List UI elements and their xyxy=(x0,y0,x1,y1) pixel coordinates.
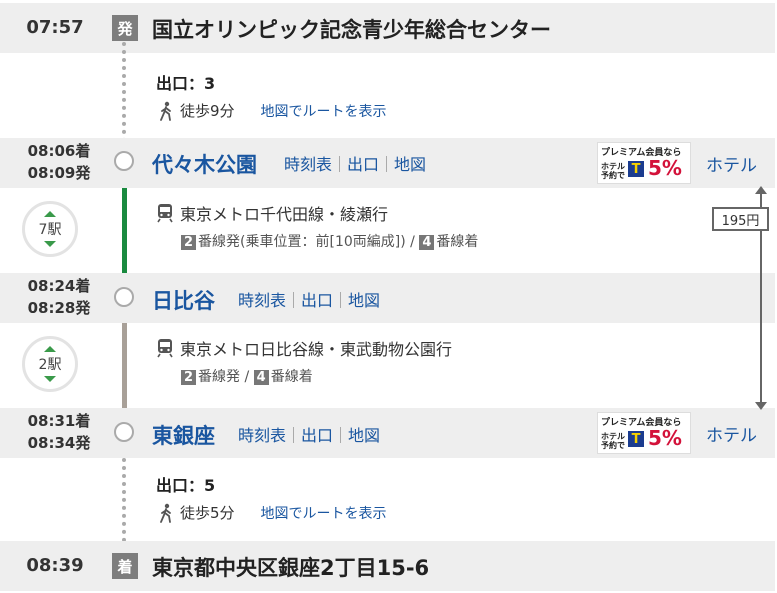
walking-person-icon xyxy=(160,101,171,121)
promo-percent: 5% xyxy=(648,426,682,450)
exit-label: 出口：3 xyxy=(156,74,216,93)
walk-row: 徒歩9分 地図でルートを表示 xyxy=(158,100,387,121)
platform-info: 2 番線発(乗車位置：前[10両編成]) / 4 番線着 xyxy=(181,231,478,251)
platform-info: 2 番線発 / 4 番線着 xyxy=(181,366,313,386)
departure-time: 08:09発 xyxy=(27,164,91,182)
timetable-link[interactable]: 時刻表 xyxy=(238,426,286,445)
premium-promo-banner[interactable]: プレミアム会員なら ホテル予約で T 5% xyxy=(597,412,691,454)
train-icon xyxy=(157,204,173,223)
station-links: 時刻表 出口 地図 xyxy=(238,422,380,446)
departure-badge: 発 xyxy=(112,15,138,41)
timetable-link[interactable]: 時刻表 xyxy=(238,291,286,310)
departure-track: 2 xyxy=(181,235,197,250)
arrival-time: 08:24着 xyxy=(27,277,91,295)
fare-label: 195円 xyxy=(712,207,769,231)
promo-percent: 5% xyxy=(648,156,682,180)
timetable-link[interactable]: 時刻表 xyxy=(284,155,332,174)
promo-hotel-booking: ホテル予約で xyxy=(601,162,625,180)
station-node xyxy=(114,422,134,442)
station-name-hibiya[interactable]: 日比谷 xyxy=(152,285,215,315)
exit-label: 出口：5 xyxy=(156,476,216,495)
walk-line-2 xyxy=(122,442,130,550)
stop-count-badge[interactable]: 7駅 xyxy=(22,201,78,257)
map-link[interactable]: 地図 xyxy=(348,426,380,445)
stop-count: 7駅 xyxy=(38,222,62,238)
promo-hotel-booking: ホテル予約で xyxy=(601,432,625,450)
premium-promo-banner[interactable]: プレミアム会員なら ホテル予約で T 5% xyxy=(597,142,691,184)
arrival-place: 東京都中央区銀座2丁目15-6 xyxy=(152,556,430,580)
line-name: 東京メトロ千代田線・綾瀬行 xyxy=(180,205,389,224)
line-name: 東京メトロ日比谷線・東武動物公園行 xyxy=(180,340,453,359)
stop-count: 2駅 xyxy=(38,357,62,373)
map-link[interactable]: 地図 xyxy=(348,291,380,310)
train-icon xyxy=(157,339,173,358)
departure-time: 08:34発 xyxy=(27,434,91,452)
station-links: 時刻表 出口 地図 xyxy=(238,287,380,311)
arrival-time: 08:06着 xyxy=(27,142,91,160)
arrival-track: 4 xyxy=(253,370,269,385)
station-node xyxy=(114,151,134,171)
exit-link[interactable]: 出口 xyxy=(301,291,333,310)
t-point-logo: T xyxy=(628,431,644,447)
walk-line-1 xyxy=(122,42,130,150)
walking-person-icon xyxy=(160,503,171,523)
walk-time: 徒歩5分 xyxy=(180,504,235,522)
walk-time: 徒歩9分 xyxy=(180,102,235,120)
expand-down-icon xyxy=(44,376,56,382)
walk-row: 徒歩5分 地図でルートを表示 xyxy=(158,502,387,523)
arrival-time: 08:39 xyxy=(26,555,84,576)
departure-track: 2 xyxy=(181,370,197,385)
expand-down-icon xyxy=(44,241,56,247)
hotel-link[interactable]: ホテル xyxy=(706,421,757,446)
map-route-link[interactable]: 地図でルートを表示 xyxy=(261,101,387,121)
arrival-track: 4 xyxy=(419,235,435,250)
expand-up-icon xyxy=(44,211,56,217)
departure-time: 08:28発 xyxy=(27,299,91,317)
exit-link[interactable]: 出口 xyxy=(301,426,333,445)
exit-link[interactable]: 出口 xyxy=(347,155,379,174)
t-point-logo: T xyxy=(628,161,644,177)
departure-place: 国立オリンピック記念青少年総合センター xyxy=(152,18,551,42)
line-row: 東京メトロ日比谷線・東武動物公園行 xyxy=(156,336,452,360)
hotel-link[interactable]: ホテル xyxy=(706,151,757,176)
stop-count-badge[interactable]: 2駅 xyxy=(22,336,78,392)
station-name-higashi-ginza[interactable]: 東銀座 xyxy=(152,420,215,450)
line-row: 東京メトロ千代田線・綾瀬行 xyxy=(156,201,388,225)
station-node xyxy=(114,287,134,307)
expand-up-icon xyxy=(44,346,56,352)
departure-track-text: 番線発 / xyxy=(198,369,254,385)
map-link[interactable]: 地図 xyxy=(394,155,426,174)
map-route-link[interactable]: 地図でルートを表示 xyxy=(261,503,387,523)
departure-time: 07:57 xyxy=(26,17,84,38)
arrival-track-text: 番線着 xyxy=(436,234,479,250)
arrival-time: 08:31着 xyxy=(27,412,91,430)
station-name-yoyogi-koen[interactable]: 代々木公園 xyxy=(152,149,257,179)
arrival-track-text: 番線着 xyxy=(270,369,313,385)
arrival-badge: 着 xyxy=(112,553,138,579)
departure-track-text: 番線発(乗車位置：前[10両編成]) / xyxy=(198,234,420,250)
station-links: 時刻表 出口 地図 xyxy=(284,151,426,175)
